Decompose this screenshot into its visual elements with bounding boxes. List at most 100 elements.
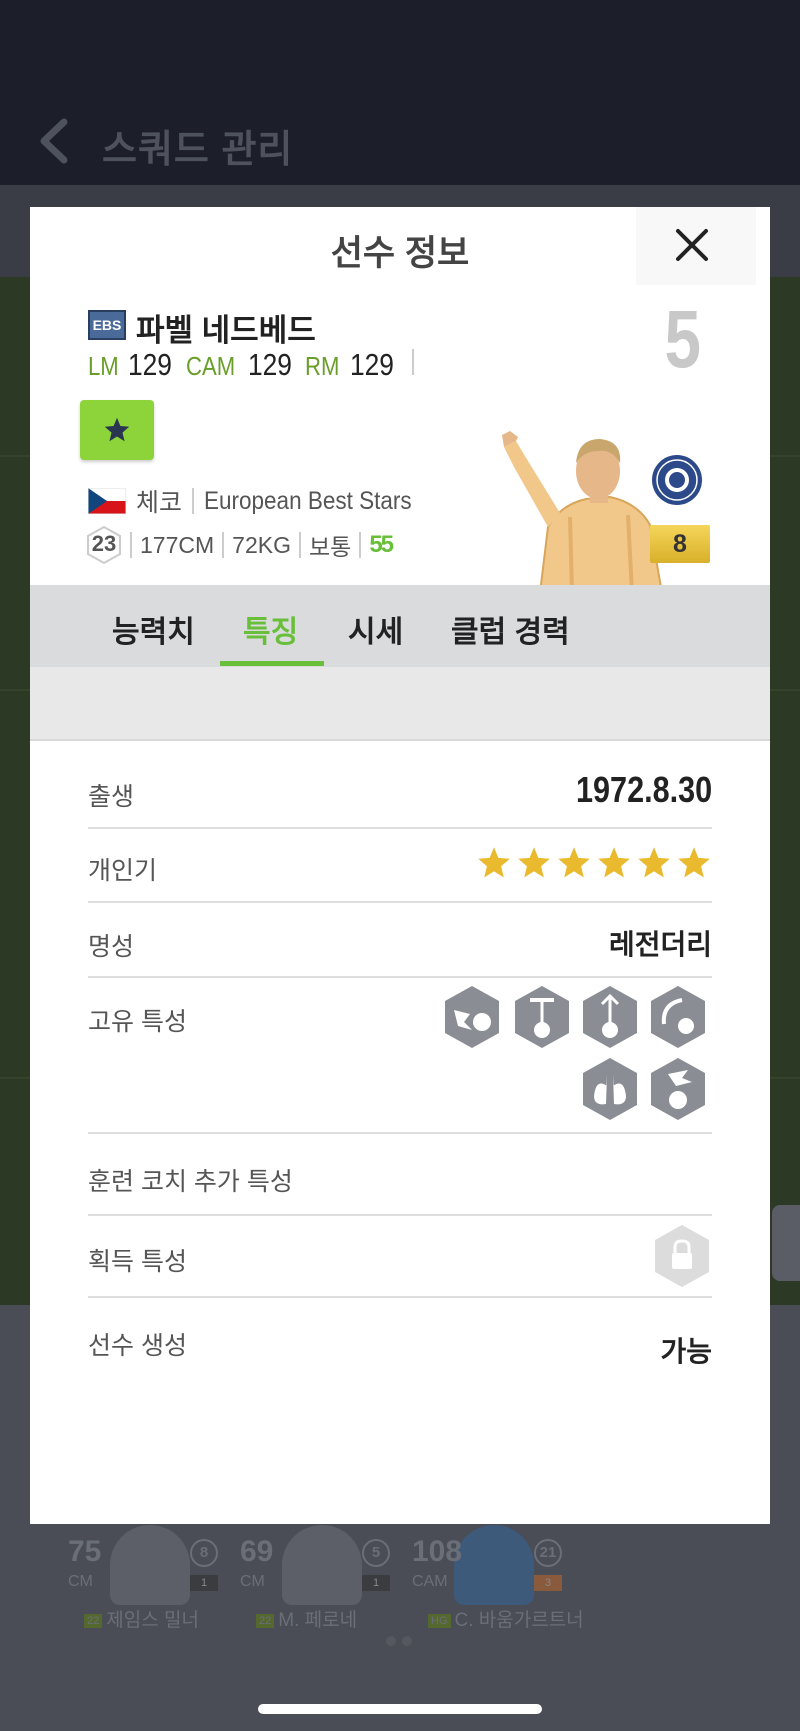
player-face (282, 1525, 362, 1605)
player-level: 1 (362, 1575, 390, 1591)
tab-club-career[interactable]: 클럽 경력 (451, 607, 570, 651)
star-icon (478, 847, 510, 878)
position-label: LM (88, 351, 119, 381)
player-ovr: 108 (412, 1535, 463, 1568)
player-name-text: C. 바움가르트너 (454, 1610, 584, 1631)
player-name-text: 제임스 밀너 (106, 1610, 199, 1631)
player-name: 22 제임스 밀너 (84, 1605, 199, 1632)
coach-traits-row: 훈련 코치 추가 특성 (88, 1134, 712, 1216)
season-badge: 22 (256, 1614, 275, 1628)
star-icon (638, 847, 670, 878)
back-number: 5 (664, 294, 702, 385)
player-name: HG C. 바움가르트너 (428, 1605, 584, 1632)
bench-player-list: 75 CM 8 1 22 제임스 밀너 69 CM 5 1 22 M. 페로네 10… (66, 1525, 584, 1635)
player-info-modal: 선수 정보 EBS 파벨 네드베드 LM 129 CAM 129 RM 129 … (30, 207, 770, 1524)
tab-stats[interactable]: 능력치 (112, 607, 195, 651)
fame-row: 명성 레전더리 (88, 903, 712, 978)
player-photo (500, 427, 680, 593)
physical-info-row: 23 177CM 72KG 보통 55 (86, 525, 394, 565)
divider (130, 532, 132, 558)
age-badge: 23 (86, 525, 122, 565)
player-number: 21 (534, 1539, 562, 1567)
player-name: 파벨 네드베드 (136, 313, 316, 348)
nation-name: 체코 (136, 489, 183, 517)
lock-icon[interactable] (652, 1223, 712, 1289)
trait-icon-grid (442, 984, 712, 1134)
star-icon (598, 847, 630, 878)
player-position: CAM (412, 1573, 448, 1590)
long-shot-trait-icon[interactable] (512, 984, 572, 1050)
player-number: 5 (362, 1539, 390, 1567)
active-tab-indicator (220, 661, 324, 666)
player-face (110, 1525, 190, 1605)
position-value: 129 (128, 347, 173, 382)
club-badge: EBS (88, 310, 126, 340)
unique-traits-row: 고유 특성 (88, 978, 712, 1134)
player-create-label: 선수 생성 (88, 1332, 187, 1360)
nation-row: 체코 European Best Stars (88, 483, 435, 519)
close-icon (676, 229, 708, 261)
trait-info-list: 출생 1972.8.30 개인기 명성 레전더리 고유 특성 훈련 코치 추가 … (88, 737, 712, 1380)
player-name-text: M. 페로네 (278, 1610, 358, 1631)
sub-header (30, 667, 770, 741)
bench-player-card[interactable]: 75 CM 8 1 22 제임스 밀너 (66, 1525, 238, 1635)
position-value: 129 (247, 347, 292, 382)
coach-traits-label: 훈련 코치 추가 특성 (88, 1168, 293, 1196)
tab-traits[interactable]: 특징 (243, 607, 298, 651)
divider (222, 532, 225, 558)
season-name: European Best Stars (204, 486, 412, 515)
position-label: RM (305, 351, 340, 381)
czech-flag-icon (88, 488, 126, 514)
acquired-traits-label: 획득 특성 (88, 1248, 187, 1276)
player-position: CM (68, 1573, 93, 1590)
popularity-label: 개인기 (88, 857, 158, 885)
player-create-value: 가능 (660, 1336, 712, 1367)
player-level: 3 (534, 1575, 562, 1591)
close-button[interactable] (636, 207, 756, 285)
age-value: 23 (91, 531, 117, 556)
finesse-trait-icon[interactable] (648, 1056, 708, 1122)
weight-value: 72KG (232, 531, 291, 558)
birth-label: 출생 (88, 783, 135, 811)
outside-foot-trait-icon[interactable] (648, 984, 708, 1050)
player-ovr: 75 (68, 1535, 102, 1568)
birth-row: 출생 1972.8.30 (88, 737, 712, 829)
home-indicator[interactable] (258, 1704, 542, 1714)
divider (411, 349, 414, 375)
fame-label: 명성 (88, 933, 135, 961)
european-best-stars-icon (652, 455, 702, 505)
acquired-traits-row: 획득 특성 (88, 1216, 712, 1298)
fame-value: 레전더리 (608, 929, 712, 960)
tab-bar: 능력치 특징 시세 클럽 경력 (30, 585, 770, 667)
season-badge: HG (428, 1614, 451, 1628)
player-name: 22 M. 페로네 (256, 1605, 357, 1632)
position-label: CAM (185, 351, 235, 381)
player-number: 8 (190, 1539, 218, 1567)
favorite-button[interactable] (80, 400, 154, 460)
season-badge: 22 (84, 1614, 103, 1628)
power-header-trait-icon[interactable] (580, 984, 640, 1050)
popularity-stars (476, 845, 712, 881)
enhancement-level-badge: 8 (650, 525, 710, 563)
unique-traits-label: 고유 특성 (88, 1008, 187, 1036)
bench-player-card[interactable]: 69 CM 5 1 22 M. 페로네 (238, 1525, 410, 1635)
position-ratings: LM 129 CAM 129 RM 129 (88, 347, 414, 383)
back-icon[interactable] (34, 118, 74, 164)
height-value: 177CM (140, 531, 215, 558)
divider (359, 532, 362, 558)
player-position: CM (240, 1573, 265, 1590)
stamina-trait-icon[interactable] (580, 1056, 640, 1122)
app-title: 스쿼드 관리 (102, 129, 294, 171)
flair-trait-icon[interactable] (442, 984, 502, 1050)
star-icon (678, 847, 710, 878)
star-icon (558, 847, 590, 878)
body-type-value: 보통 (308, 534, 352, 560)
tab-price[interactable]: 시세 (348, 607, 403, 651)
divider (192, 488, 195, 514)
side-tab-button[interactable] (772, 1205, 800, 1281)
bench-player-card[interactable]: 108 CAM 21 3 HG C. 바움가르트너 (410, 1525, 584, 1635)
star-icon (518, 847, 550, 878)
birth-value: 1972.8.30 (575, 769, 712, 810)
player-ovr: 69 (240, 1535, 274, 1568)
divider (298, 532, 301, 558)
